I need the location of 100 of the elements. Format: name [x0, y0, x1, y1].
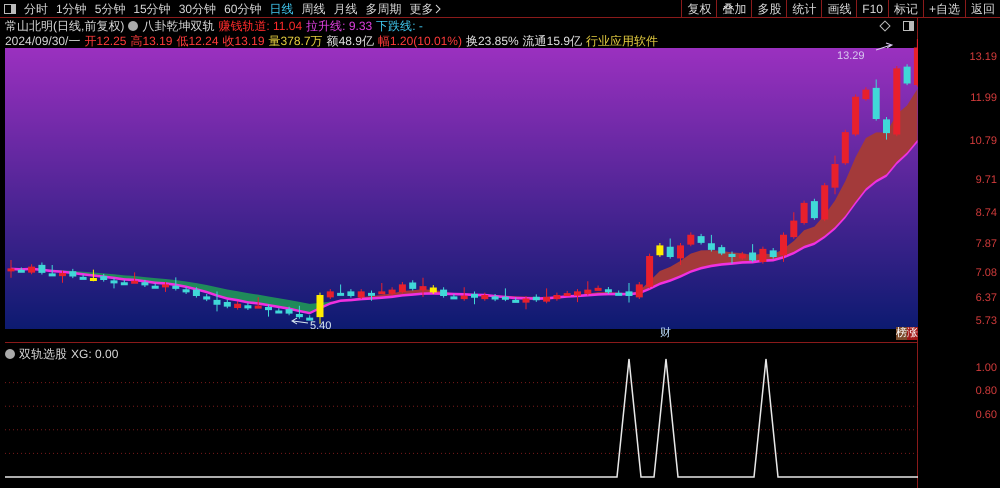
toolbar-button[interactable]: F10 — [856, 0, 888, 17]
price-axis-label: 8.74 — [976, 207, 997, 219]
stock-title: 常山北明(日线,前复权) — [5, 18, 124, 34]
toolbar-button[interactable]: 多股 — [751, 0, 786, 17]
toolbar-button[interactable]: 统计 — [786, 0, 822, 17]
toolbar-button[interactable]: 标记 — [888, 0, 923, 17]
candlestick — [852, 94, 860, 137]
candlestick — [182, 286, 190, 295]
candlestick — [604, 286, 612, 295]
candlestick — [759, 246, 766, 264]
candlestick — [398, 282, 406, 294]
candlestick — [420, 277, 426, 298]
candlestick — [883, 116, 890, 140]
quote-field: 额48.9亿 — [326, 32, 374, 50]
candlestick — [512, 297, 520, 304]
candlestick — [80, 274, 87, 280]
candlestick — [59, 270, 66, 284]
price-axis-label: 11.99 — [970, 92, 997, 104]
chevron-icon — [435, 4, 442, 14]
candlestick — [234, 300, 242, 310]
candlestick — [471, 291, 478, 305]
toolbar-button[interactable]: 复权 — [681, 0, 716, 17]
period-tab[interactable]: 30分钟 — [174, 0, 220, 16]
candlestick — [594, 285, 602, 291]
candlestick — [904, 64, 911, 86]
period-tab[interactable]: 日线 — [265, 0, 298, 16]
quote-field: 高13.19 — [130, 32, 172, 50]
candlestick — [677, 242, 684, 266]
toolbar-button[interactable]: 画线 — [821, 0, 856, 17]
dropdown-icon[interactable] — [5, 349, 15, 359]
value-axis-label: 0.80 — [976, 385, 997, 397]
price-axis-label: 7.08 — [976, 267, 997, 279]
candlestick — [553, 292, 560, 302]
quote-field: 流通15.9亿 — [522, 32, 582, 50]
indicator-value: 拉升线: 9.33 — [306, 18, 372, 34]
candlestick — [532, 294, 540, 302]
candlestick — [615, 290, 622, 296]
candlestick — [832, 155, 838, 195]
candlestick — [152, 282, 159, 290]
candlestick — [378, 282, 386, 295]
price-axis-label: 5.73 — [976, 315, 997, 327]
candlestick — [728, 251, 736, 264]
more-button[interactable]: 更多 — [405, 0, 446, 18]
candlestick — [224, 299, 231, 309]
event-marker: 涨 — [907, 327, 918, 340]
date-label: 2024/09/30/一 — [5, 32, 80, 50]
candlestick — [131, 272, 138, 284]
candlestick — [502, 288, 509, 302]
quote-field: 收13.19 — [222, 32, 265, 50]
candlestick — [810, 198, 818, 220]
period-tab[interactable]: 周线 — [297, 0, 330, 16]
candlestick — [275, 308, 282, 314]
toolbar-button[interactable]: 叠加 — [716, 0, 752, 17]
panel-toggle-icon[interactable] — [4, 4, 16, 14]
candlestick — [100, 273, 108, 282]
indicator-value: 下跌线: - — [376, 18, 423, 34]
candlestick — [326, 288, 334, 300]
candlestick — [698, 233, 705, 245]
period-tab[interactable]: 5分钟 — [90, 0, 130, 16]
candlestick — [306, 314, 314, 322]
quote-field: 开12.25 — [84, 32, 126, 50]
value-axis-label: 1.00 — [976, 362, 997, 374]
price-axis-label: 10.79 — [969, 135, 997, 147]
candlestick — [914, 39, 918, 88]
candlestick — [90, 269, 97, 282]
dropdown-icon[interactable] — [128, 20, 138, 30]
toolbar-button[interactable]: +自选 — [922, 0, 965, 17]
period-tab[interactable]: 60分钟 — [220, 0, 266, 16]
candlestick — [666, 238, 674, 260]
candlestick — [388, 286, 396, 296]
indicator-value: XG: 0.00 — [71, 346, 118, 363]
period-tab[interactable]: 月线 — [329, 0, 362, 16]
candlestick — [872, 79, 880, 122]
candlestick — [636, 282, 643, 300]
period-tab[interactable]: 多周期 — [361, 0, 406, 16]
candlestick — [254, 296, 262, 309]
indicator-name: 八卦乾坤双轨 — [142, 18, 214, 34]
candlestick — [522, 296, 530, 310]
candlestick — [120, 279, 128, 286]
indicator-value: 赚钱轨道: 11.04 — [218, 18, 302, 34]
candlestick — [214, 291, 220, 312]
price-axis-label: 6.37 — [976, 292, 997, 304]
candlestick — [203, 294, 210, 302]
candlestick — [110, 278, 118, 289]
candlestick — [347, 288, 354, 298]
period-tab[interactable]: 15分钟 — [129, 0, 175, 16]
candlestick — [141, 279, 148, 288]
candlestick — [192, 286, 200, 298]
candlestick — [626, 282, 632, 304]
quote-field: 幅1.20(10.01%) — [378, 32, 462, 50]
period-tab[interactable]: 分时 — [20, 0, 52, 16]
panel-toggle-icon[interactable] — [903, 20, 914, 30]
event-marker: 财 — [660, 327, 671, 340]
candlestick — [172, 276, 180, 291]
period-tab[interactable]: 1分钟 — [52, 0, 91, 16]
candlestick — [440, 286, 448, 298]
candlestick — [69, 268, 76, 279]
candlestick — [564, 290, 571, 296]
arrow-icon — [876, 42, 894, 50]
toolbar-button[interactable]: 返回 — [965, 0, 1000, 17]
